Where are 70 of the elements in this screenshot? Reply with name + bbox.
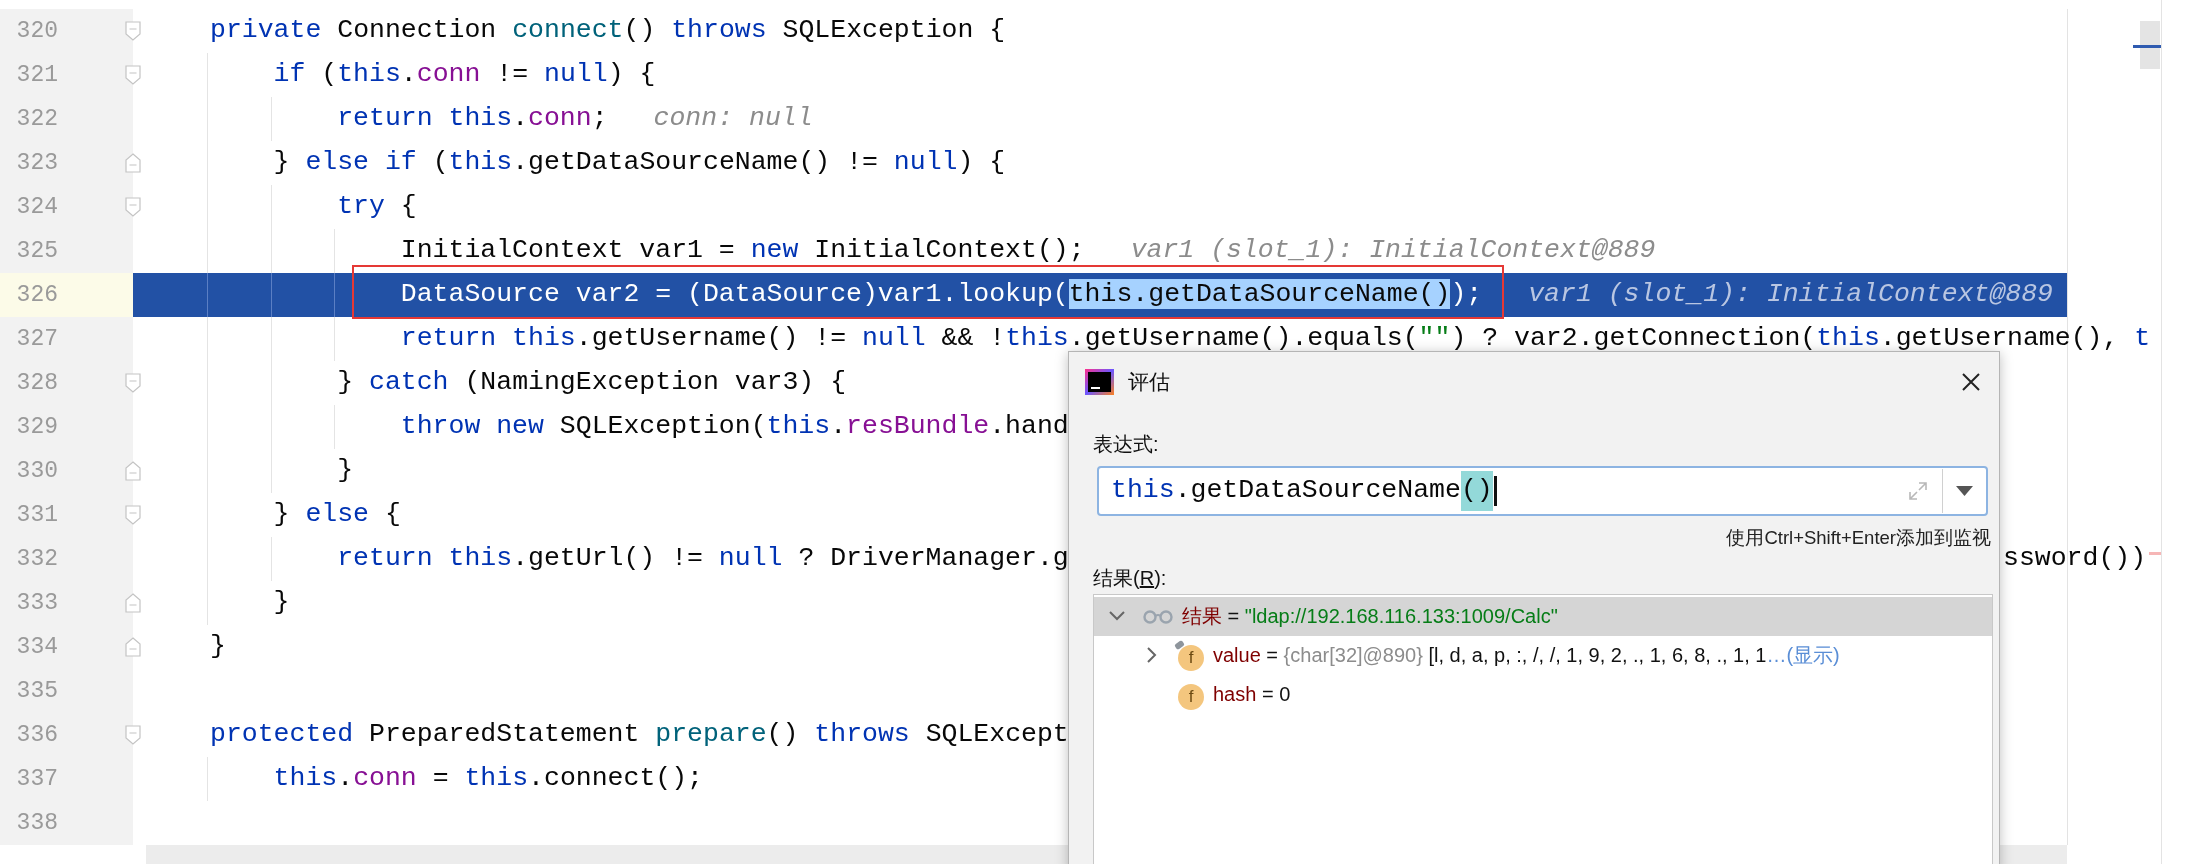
inline-debug-value: conn: null <box>653 102 813 136</box>
fold-icon[interactable] <box>125 725 141 745</box>
app-icon <box>1085 369 1114 395</box>
line-number: 326 <box>15 280 58 310</box>
line-number: 330 <box>15 456 58 486</box>
fold-icon[interactable] <box>125 593 141 613</box>
hint-text: 使用Ctrl+Shift+Enter添加到监视 <box>1726 526 1991 550</box>
tree-row[interactable]: 结果 = "ldap://192.168.116.133:1009/Calc" <box>1094 596 1992 636</box>
code-line: } else { <box>273 498 401 532</box>
fold-icon[interactable] <box>125 197 141 217</box>
expression-label: 表达式: <box>1093 432 1160 456</box>
line-number: 338 <box>15 808 58 838</box>
line-number: 323 <box>15 148 58 178</box>
line-number: 331 <box>15 500 58 530</box>
code-line: } else if (this.getDataSourceName() != null) { <box>273 146 1006 180</box>
expression-text: this.getDataSourceName() <box>1111 471 1493 511</box>
line-number: 325 <box>15 236 58 266</box>
line-number: 334 <box>15 632 58 662</box>
line-number: 321 <box>15 60 58 90</box>
scrollbar-thumb[interactable] <box>2140 21 2160 69</box>
line-number: 324 <box>15 192 58 222</box>
line-number: 329 <box>15 412 58 442</box>
scroll-marker[interactable] <box>2133 45 2161 48</box>
tree-node-text: value = {char[32]@890} [l, d, a, p, :, /, /, 1, 9, 2, ., 1, 6, 8, ., 1, 1 <box>1213 643 1767 669</box>
code-line: try { <box>337 190 417 224</box>
line-number: 322 <box>15 104 58 134</box>
fold-icon[interactable] <box>125 461 141 481</box>
result-label: 结果(R): <box>1093 565 1168 590</box>
fold-icon[interactable] <box>125 153 141 173</box>
fold-icon[interactable] <box>125 65 141 85</box>
code-line: } <box>273 586 290 620</box>
inline-debug-value: var1 (slot_1): InitialContext@889 <box>1130 234 1656 268</box>
line-number: 333 <box>15 588 58 618</box>
dropdown-arrow-icon[interactable] <box>1956 486 1973 496</box>
fold-icon[interactable] <box>125 21 141 41</box>
scroll-marker[interactable] <box>2149 552 2161 555</box>
fold-icon[interactable] <box>125 373 141 393</box>
line-number: 337 <box>15 764 58 794</box>
tree-row[interactable]: f hash = 0 <box>1094 674 1992 714</box>
code-line: ssword()) <box>2003 542 2147 576</box>
close-icon[interactable] <box>1961 372 1981 392</box>
code-line: if (this.conn != null) { <box>273 58 656 92</box>
line-number: 336 <box>15 720 58 750</box>
fold-icon[interactable] <box>125 637 141 657</box>
code-line: private Connection connect() throws SQLException { <box>210 14 1006 48</box>
code-line: DataSource var2 = (DataSource)var1.lookup(this.getDataSourceName()); <box>400 278 1483 312</box>
tree-node-text: 结果 = "ldap://192.168.116.133:1009/Calc" <box>1182 604 1558 630</box>
code-line: return this.getUrl() != null ? DriverManager.g <box>337 542 1069 576</box>
tree-row[interactable]: f value = {char[32]@890} [l, d, a, p, :, /, /, 1, 9, 2, ., 1, 6, 8, ., 1, 1…(显示) <box>1094 635 1992 675</box>
code-line: protected PreparedStatement prepare() throws SQLExcept <box>210 718 1069 752</box>
code-line: return this.conn; <box>337 102 608 136</box>
glasses-icon <box>1143 608 1173 625</box>
line-number: 335 <box>15 676 58 706</box>
tree-node-text: hash = 0 <box>1213 682 1291 708</box>
code-line: this.conn = this.connect(); <box>273 762 704 796</box>
code-line: InitialContext var1 = new InitialContext(); <box>400 234 1085 268</box>
line-number: 328 <box>15 368 58 398</box>
code-line: } catch (NamingException var3) { <box>337 366 847 400</box>
code-line: return this.getUsername() != null && !this.getUsername().equals("") ? var2.getConnection(this.getUsername(), t <box>400 322 2151 356</box>
expression-field[interactable]: this.getDataSourceName() <box>1097 466 1988 516</box>
dialog-title: 评估 <box>1128 369 1170 396</box>
line-number: 320 <box>15 16 58 46</box>
expand-icon[interactable] <box>1908 481 1928 501</box>
fold-icon[interactable] <box>125 505 141 525</box>
line-number: 327 <box>15 324 58 354</box>
code-line: throw new SQLException(this.resBundle.hand <box>400 410 1069 444</box>
code-line: } <box>210 630 226 664</box>
line-number: 332 <box>15 544 58 574</box>
code-line: } <box>337 454 354 488</box>
inline-debug-value: var1 (slot_1): InitialContext@889 <box>1528 278 2053 312</box>
